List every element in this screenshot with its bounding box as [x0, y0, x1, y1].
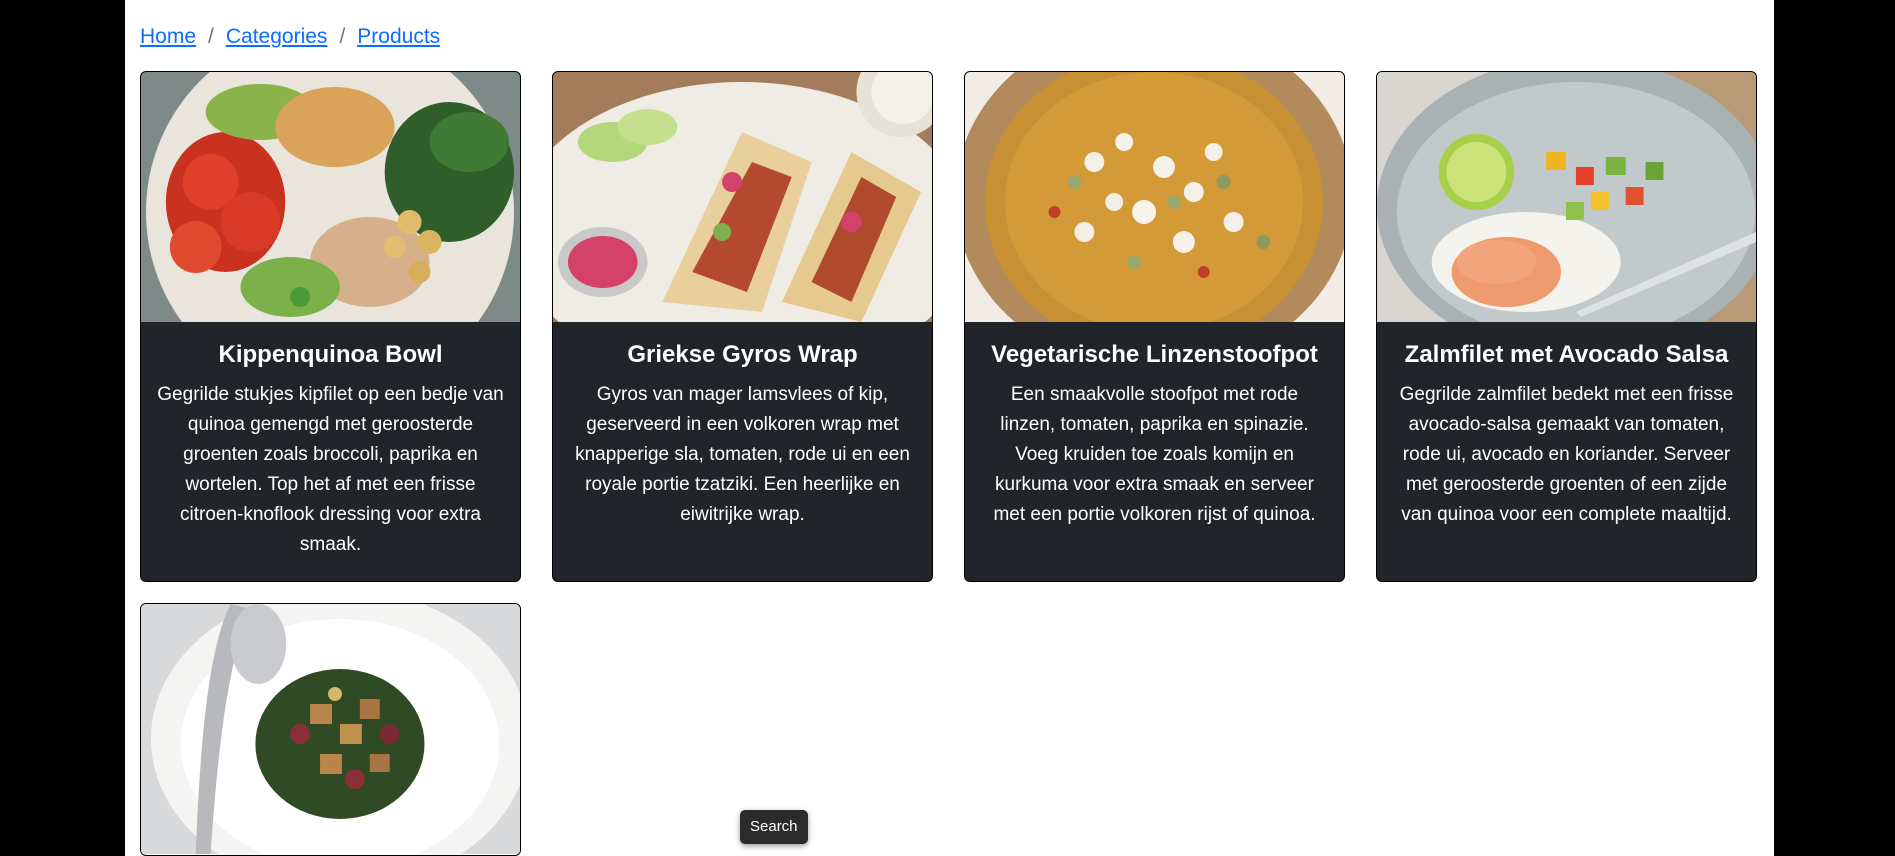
product-title: Vegetarische Linzenstoofpot [991, 341, 1318, 368]
breadcrumb: Home / Categories / Products [140, 24, 440, 50]
product-description: Gyros van mager lamsvlees of kip, geserv… [575, 384, 910, 525]
product-image [553, 72, 932, 322]
product-title: Zalmfilet met Avocado Salsa [1404, 341, 1729, 368]
breadcrumb-separator: / [339, 25, 346, 48]
product-image [141, 604, 520, 854]
product-card-tofu-spinazie[interactable] [140, 603, 521, 856]
product-image [965, 72, 1344, 322]
search-button[interactable]: Search [740, 810, 808, 844]
breadcrumb-products-link[interactable]: Products [357, 24, 440, 50]
page-container: Home / Categories / Products Kippenquino… [125, 0, 1774, 856]
product-image [1377, 72, 1756, 322]
product-card-vegetarische-linzenstoofpot[interactable]: Vegetarische Linzenstoofpot Een smaakvol… [964, 71, 1345, 582]
product-card-zalmfilet-met-avocado-salsa[interactable]: Zalmfilet met Avocado Salsa Gegrilde zal… [1376, 71, 1757, 582]
product-title: Griekse Gyros Wrap [627, 341, 858, 368]
product-card-griekse-gyros-wrap[interactable]: Griekse Gyros Wrap Gyros van mager lamsv… [552, 71, 933, 582]
product-description: Gegrilde zalmfilet bedekt met een frisse… [1399, 384, 1734, 525]
breadcrumb-home-link[interactable]: Home [140, 24, 196, 50]
breadcrumb-categories-link[interactable]: Categories [226, 24, 328, 50]
product-image [141, 72, 520, 322]
product-card-kippenquinoa-bowl[interactable]: Kippenquinoa Bowl Gegrilde stukjes kipfi… [140, 71, 521, 582]
product-description: Gegrilde stukjes kipfilet op een bedje v… [157, 384, 504, 555]
breadcrumb-separator: / [208, 25, 214, 48]
product-description: Een smaakvolle stoofpot met rode linzen,… [993, 384, 1316, 525]
product-title: Kippenquinoa Bowl [218, 341, 443, 368]
